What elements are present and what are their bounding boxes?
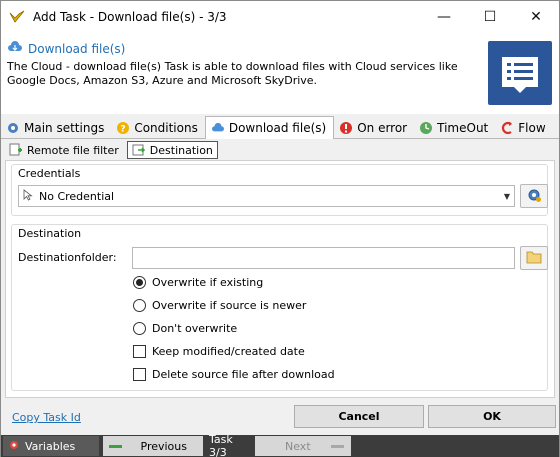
option-label: Overwrite if source is newer xyxy=(152,299,307,312)
cancel-button[interactable]: Cancel xyxy=(294,405,424,428)
task-header: Download file(s) The Cloud - download fi… xyxy=(1,32,559,114)
maximize-button[interactable]: ☐ xyxy=(467,1,513,32)
filter-add-icon xyxy=(9,143,23,157)
radio-indicator xyxy=(133,276,146,289)
credentials-group: Credentials No Credential ▼ xyxy=(11,164,548,216)
radio-overwrite-newer[interactable]: Overwrite if source is newer xyxy=(133,299,306,312)
option-label: Delete source file after download xyxy=(152,368,335,381)
clock-icon xyxy=(419,121,433,135)
checkbox-indicator xyxy=(133,368,146,381)
tab-label: Conditions xyxy=(134,121,198,135)
radio-dont-overwrite[interactable]: Don't overwrite xyxy=(133,322,237,335)
tab-download-files[interactable]: Download file(s) xyxy=(204,116,335,139)
header-description: The Cloud - download file(s) Task is abl… xyxy=(7,60,458,87)
destination-panel: Credentials No Credential ▼ Destination … xyxy=(5,160,555,398)
next-label: Next xyxy=(285,439,311,453)
ok-button[interactable]: OK xyxy=(428,405,556,428)
credential-settings-button[interactable] xyxy=(520,184,548,208)
credential-select-value: No Credential xyxy=(39,189,115,203)
variables-button[interactable]: Variables xyxy=(3,436,99,456)
radio-overwrite-existing[interactable]: Overwrite if existing xyxy=(133,276,263,289)
subtab-label: Remote file filter xyxy=(27,143,119,157)
folder-icon xyxy=(526,250,542,267)
cloud-icon xyxy=(7,40,23,57)
tab-flow[interactable]: Flow xyxy=(495,118,552,138)
previous-label: Previous xyxy=(140,439,188,453)
tab-label: Download file(s) xyxy=(228,121,327,135)
question-icon: ? xyxy=(116,121,130,135)
subtab-destination[interactable]: Destination xyxy=(126,141,218,159)
radio-indicator xyxy=(133,299,146,312)
title-bar: Add Task - Download file(s) - 3/3 — ☐ ✕ xyxy=(1,1,559,32)
checkbox-keep-dates[interactable]: Keep modified/created date xyxy=(133,345,305,358)
tab-main-settings[interactable]: Main settings xyxy=(1,118,111,138)
header-title: Download file(s) xyxy=(7,40,125,57)
radio-indicator xyxy=(133,322,146,335)
browse-folder-button[interactable] xyxy=(520,246,548,270)
subtab-label: Destination xyxy=(149,143,213,157)
document-icon xyxy=(488,41,552,105)
cursor-icon xyxy=(23,188,33,204)
checkbox-delete-source[interactable]: Delete source file after download xyxy=(133,368,335,381)
option-label: Overwrite if existing xyxy=(152,276,264,289)
previous-button[interactable]: Previous xyxy=(103,436,203,456)
tab-conditions[interactable]: ? Conditions xyxy=(111,118,205,138)
tab-label: Flow xyxy=(518,121,546,135)
tab-on-error[interactable]: On error xyxy=(334,118,414,138)
tab-label: TimeOut xyxy=(437,121,489,135)
main-tabs: Main settings ? Conditions Download file… xyxy=(1,116,559,139)
destination-folder-input[interactable] xyxy=(132,247,515,269)
task-counter: Task 3/3 xyxy=(209,433,233,457)
close-button[interactable]: ✕ xyxy=(513,1,559,32)
credential-select[interactable]: No Credential ▼ xyxy=(18,185,515,207)
checkbox-indicator xyxy=(133,345,146,358)
sub-tabs: Remote file filter Destination xyxy=(5,140,218,160)
variables-label: Variables xyxy=(25,439,76,453)
next-arrow-icon xyxy=(331,440,345,453)
app-logo-icon xyxy=(9,9,25,25)
previous-arrow-icon xyxy=(109,440,123,453)
option-label: Keep modified/created date xyxy=(152,345,305,358)
credentials-group-title: Credentials xyxy=(18,167,81,180)
gears-icon xyxy=(6,121,20,135)
destination-folder-label: Destinationfolder: xyxy=(18,251,117,264)
chevron-down-icon[interactable]: ▼ xyxy=(504,192,510,201)
window-title: Add Task - Download file(s) - 3/3 xyxy=(33,9,227,24)
copy-task-id-link[interactable]: Copy Task Id xyxy=(12,411,81,424)
svg-text:?: ? xyxy=(121,125,126,135)
tab-label: On error xyxy=(357,121,408,135)
destination-icon xyxy=(132,143,146,157)
gear-icon xyxy=(526,187,542,206)
tab-timeout[interactable]: TimeOut xyxy=(414,118,495,138)
destination-group: Destination Destinationfolder: Overwrite… xyxy=(11,224,548,391)
cloud-icon xyxy=(211,121,225,135)
destination-group-title: Destination xyxy=(18,227,82,240)
option-label: Don't overwrite xyxy=(152,322,238,335)
status-bar: Variables Previous Task 3/3 Next xyxy=(1,433,559,457)
next-button[interactable]: Next xyxy=(255,436,351,456)
flow-icon xyxy=(500,121,514,135)
variables-icon xyxy=(9,440,19,453)
subtab-remote-file-filter[interactable]: Remote file filter xyxy=(5,141,123,159)
tab-label: Main settings xyxy=(24,121,105,135)
add-task-window: Add Task - Download file(s) - 3/3 — ☐ ✕ … xyxy=(0,0,560,457)
minimize-button[interactable]: — xyxy=(421,1,467,32)
error-icon xyxy=(339,121,353,135)
header-title-text: Download file(s) xyxy=(28,41,126,56)
